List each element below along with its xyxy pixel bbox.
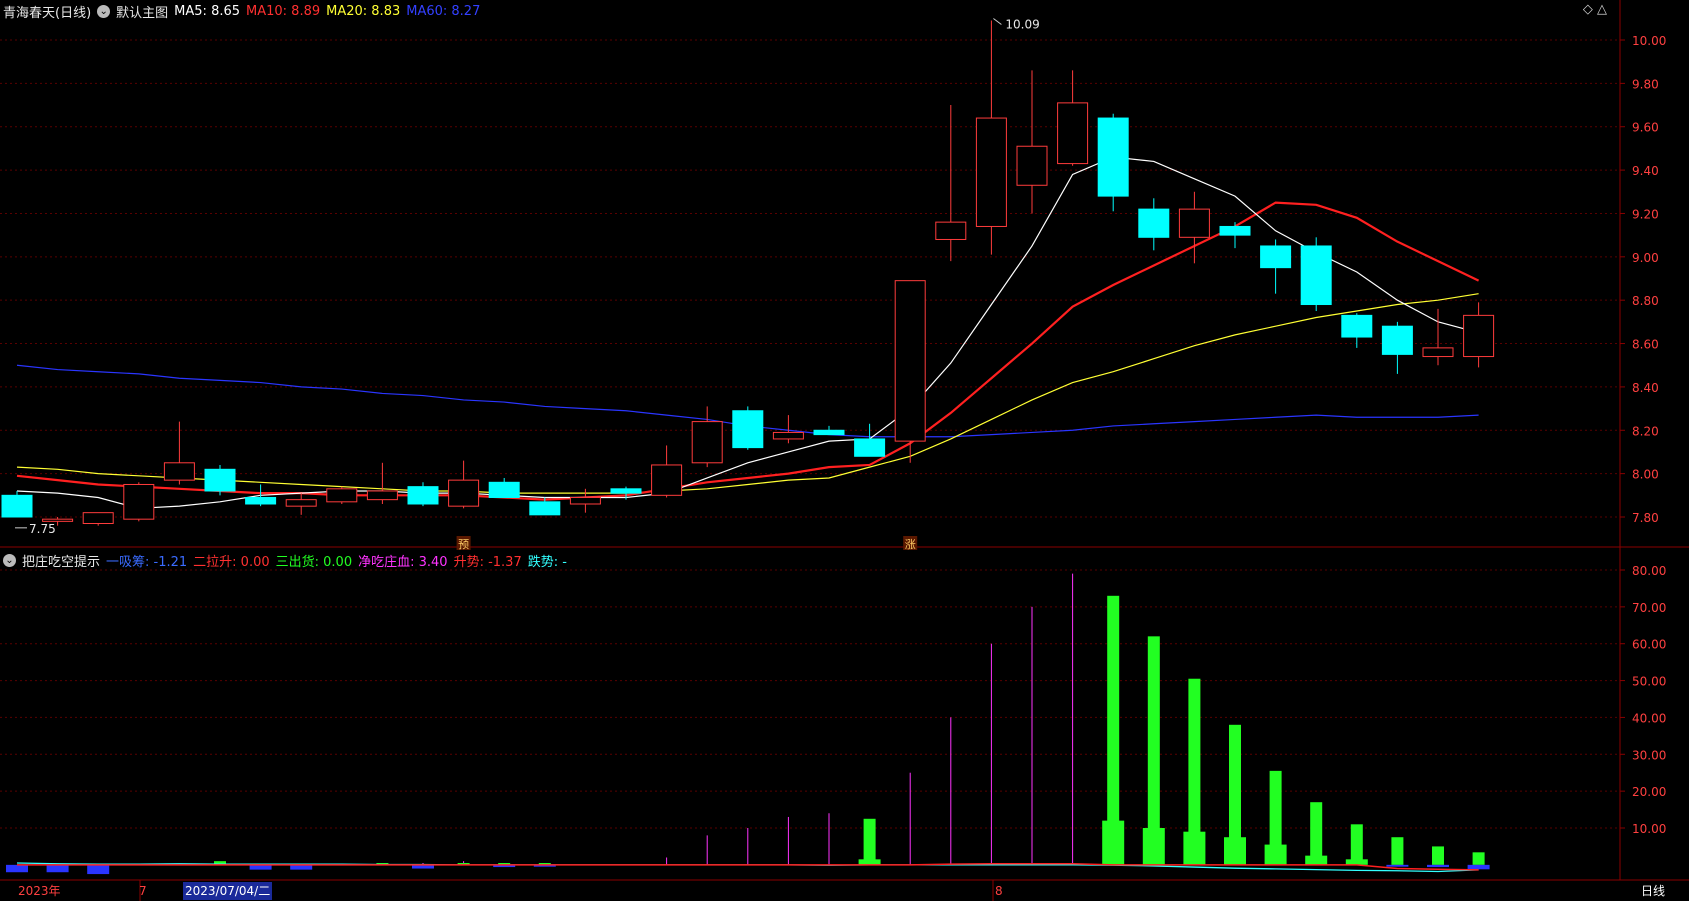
candle-down [204,468,236,492]
y-tick-label: 50.00 [1632,675,1666,689]
signal-marker: 涨 [905,538,916,551]
blue-bar [1427,864,1449,868]
candle-down [245,496,277,505]
candle-up [1016,145,1048,186]
candle-down [1341,314,1373,338]
green-bar-wide [1305,855,1328,865]
date-month-7: 7 [139,884,147,898]
high-pointer [993,18,1002,25]
green-bar [1472,852,1485,865]
candle-down [1,494,33,518]
candle-up [1178,208,1210,238]
candle-down [1300,245,1332,306]
candle-up [326,488,358,503]
green-bar [1432,846,1444,865]
green-bar-wide [858,859,881,865]
green-bar-wide [1264,844,1287,865]
y-tick-label: 8.00 [1632,468,1659,482]
candle-down [1219,225,1251,236]
candle-down [732,410,764,449]
candle-down [1260,245,1292,269]
green-bar-wide [1183,831,1206,865]
y-tick-label: 60.00 [1632,638,1666,652]
y-tick-label: 40.00 [1632,711,1666,725]
high-label: 10.09 [1005,17,1039,31]
candle-down [610,488,642,494]
date-year: 2023年 [18,884,61,898]
candle-down [488,481,520,498]
green-bar [1310,802,1323,865]
candle-down [529,501,561,516]
y-tick-label: 10.00 [1632,822,1666,836]
y-tick-label: 10.00 [1632,34,1666,48]
blue-bar [46,864,69,873]
candle-up [1422,347,1454,358]
candle-up [772,431,804,440]
y-tick-label: 8.60 [1632,338,1659,352]
y-tick-label: 8.40 [1632,381,1659,395]
blue-bar [1467,864,1490,870]
y-tick-label: 9.20 [1632,207,1659,221]
period-tab[interactable]: 日线 [1641,882,1665,900]
y-tick-label: 9.80 [1632,77,1659,91]
ma10-line [16,201,1480,501]
candle-up [894,280,926,442]
y-tick-label: 8.80 [1632,294,1659,308]
green-bar [1350,824,1363,865]
candle-up [448,479,480,507]
candle-down [854,438,886,457]
y-tick-label: 8.20 [1632,424,1659,438]
cursor-date: 2023/07/04/二 [183,882,273,900]
candle-up [1057,102,1089,165]
date-month-8: 8 [995,884,1003,898]
green-bar-wide [1345,859,1368,865]
green-bar-wide [1142,828,1165,865]
candle-up [975,117,1007,227]
green-bar [1391,837,1404,865]
low-label: 7.75 [29,522,56,536]
candle-up [691,421,723,464]
candle-up [285,499,317,507]
candle-up [163,462,195,481]
signal-marker: 预 [458,538,469,551]
y-tick-label: 9.40 [1632,164,1659,178]
ma5-line [16,156,1479,509]
candle-down [1381,325,1413,355]
candle-up [651,464,683,496]
y-tick-label: 9.60 [1632,121,1659,135]
green-bar-wide [1224,837,1246,865]
candle-down [1097,117,1129,197]
candle-down [813,429,845,436]
stock-chart[interactable]: 10.00 9.80 9.60 9.40 9.20 9.00 8.80 8.60 8.40 8.2… [0,0,1689,901]
y-tick-label: 20.00 [1632,785,1666,799]
blue-bar [87,864,110,875]
y-tick-label: 70.00 [1632,601,1666,615]
candle-up [123,483,155,520]
green-bar-wide [1102,820,1125,865]
y-tick-label: 9.00 [1632,251,1659,265]
candle-up [935,221,967,240]
candle-up [82,512,114,525]
candle-up [366,490,398,501]
y-tick-label: 7.80 [1632,511,1659,525]
blue-bar [1386,864,1409,867]
blue-bar [6,864,28,873]
green-bar [863,818,876,865]
y-tick-label: 80.00 [1632,564,1666,578]
candle-down [407,486,439,505]
candle-up [569,496,601,505]
candle-up [1463,314,1495,358]
candle-down [1138,208,1170,238]
y-tick-label: 30.00 [1632,748,1666,762]
